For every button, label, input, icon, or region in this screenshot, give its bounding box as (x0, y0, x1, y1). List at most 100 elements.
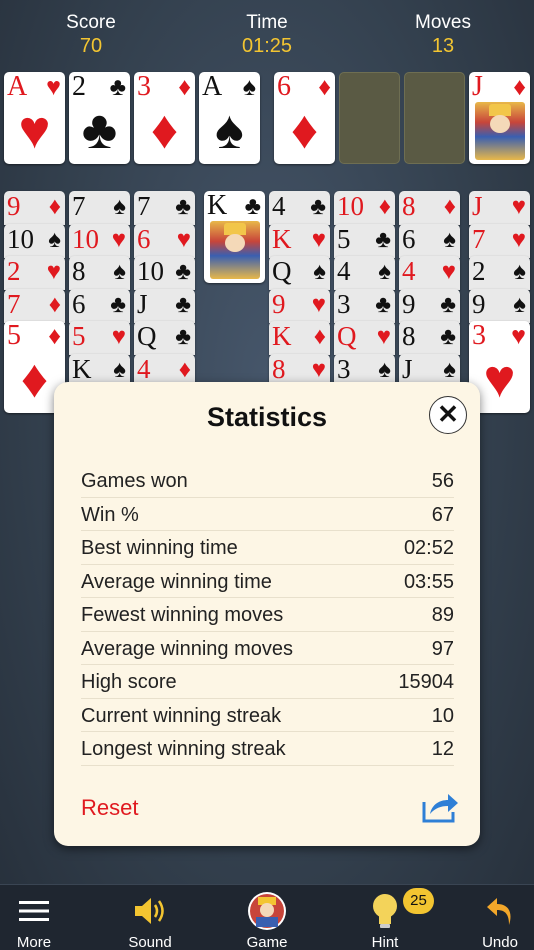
card-suit-icon: ♠ (513, 290, 526, 318)
tableau-card[interactable]: K ♣ (204, 191, 265, 283)
tableau-card[interactable]: 6 ♠ (399, 223, 460, 258)
tableau-card[interactable]: 7 ♠ (69, 191, 130, 225)
card-suit-icon: ♣ (175, 290, 191, 318)
tableau-card[interactable]: 9 ♦ (4, 191, 65, 225)
tableau-card[interactable]: 8 ♣ (399, 321, 460, 355)
tableau-card[interactable]: 9 ♣ (399, 288, 460, 323)
undo-label: Undo (482, 934, 518, 950)
top-card[interactable]: 3 ♦ ♦ (134, 72, 195, 164)
card-center-suit-icon: ♣ (81, 100, 118, 160)
tableau-card[interactable]: 7 ♦ (4, 288, 65, 323)
tableau-card[interactable]: Q ♥ (334, 321, 395, 355)
more-button[interactable]: More (0, 891, 74, 950)
card-suit-icon: ♣ (109, 73, 126, 101)
tableau-card[interactable]: J ♥ (469, 191, 530, 225)
tableau-card[interactable]: K ♥ (269, 223, 330, 258)
tableau-card[interactable]: 2 ♥ (4, 256, 65, 290)
time-value: 01:25 (241, 35, 293, 57)
stat-label: Longest winning streak (81, 738, 286, 760)
tableau-card[interactable]: 4 ♠ (334, 256, 395, 290)
close-button[interactable]: ✕ (429, 396, 467, 434)
stat-row: High score 15904 (81, 665, 454, 699)
card-rank: 9 (402, 288, 416, 319)
tableau-card[interactable]: 4 ♥ (399, 256, 460, 290)
sound-button[interactable]: Sound (110, 891, 190, 950)
card-suit-icon: ♠ (113, 258, 126, 285)
card-rank: K (72, 353, 92, 384)
reset-button[interactable]: Reset (81, 795, 138, 821)
stat-row: Longest winning streak 12 (81, 732, 454, 766)
card-suit-icon: ♦ (178, 73, 191, 101)
tableau-card[interactable]: 10 ♠ (4, 223, 65, 258)
tableau-card[interactable]: 8 ♠ (69, 256, 130, 290)
tableau-card[interactable]: 6 ♥ (134, 223, 195, 258)
tableau-card[interactable]: 2 ♠ (469, 256, 530, 290)
card-suit-icon: ♥ (511, 193, 526, 220)
card-rank: 6 (72, 288, 86, 319)
freecell-slot[interactable] (404, 72, 465, 164)
card-suit-icon: ♥ (111, 323, 126, 350)
tableau-card[interactable]: J ♣ (134, 288, 195, 323)
card-suit-icon: ♦ (48, 193, 61, 220)
card-rank: 3 (337, 288, 351, 319)
card-suit-icon: ♣ (110, 290, 126, 318)
card-rank: J (472, 191, 483, 221)
tableau-card[interactable]: 10 ♣ (134, 256, 195, 290)
stat-value: 15904 (398, 671, 454, 693)
card-suit-icon: ♠ (443, 355, 456, 383)
tableau-card[interactable]: 5 ♥ (69, 321, 130, 355)
card-suit-icon: ♣ (375, 225, 391, 253)
hint-label: Hint (371, 934, 399, 950)
freecell-slot[interactable] (339, 72, 400, 164)
tableau-card[interactable]: 9 ♠ (469, 288, 530, 323)
tableau-card[interactable]: 8 ♦ (399, 191, 460, 225)
card-suit-icon: ♦ (48, 322, 61, 350)
queen-card-icon (227, 891, 307, 931)
card-rank: 2 (72, 72, 86, 102)
stat-row: Win % 67 (81, 498, 454, 531)
game-button[interactable]: Game (227, 891, 307, 950)
card-center-suit-icon: ♦ (150, 100, 179, 160)
card-rank: 4 (402, 256, 416, 286)
tableau-card[interactable]: Q ♠ (269, 256, 330, 290)
tableau-card[interactable]: 9 ♥ (269, 288, 330, 323)
tableau-card[interactable]: 6 ♣ (69, 288, 130, 323)
tableau-card[interactable]: 5 ♣ (334, 223, 395, 258)
tableau-card[interactable]: 4 ♣ (269, 191, 330, 225)
card-suit-icon: ♦ (443, 193, 456, 220)
card-rank: 3 (137, 72, 151, 102)
tableau-card[interactable]: 10 ♥ (69, 223, 130, 258)
card-suit-icon: ♣ (175, 193, 191, 220)
top-card[interactable]: A ♥ ♥ (4, 72, 65, 164)
card-rank: 4 (272, 191, 286, 221)
card-rank: 9 (7, 191, 21, 221)
card-rank: 7 (137, 191, 151, 221)
tableau-card[interactable]: 7 ♥ (469, 223, 530, 258)
face-card-art (210, 221, 260, 279)
stat-row: Average winning time 03:55 (81, 565, 454, 598)
share-icon[interactable] (420, 790, 460, 824)
stat-row: Fewest winning moves 89 (81, 598, 454, 632)
tableau-card[interactable]: 3 ♣ (334, 288, 395, 323)
time-label: Time (246, 12, 288, 33)
score-label: Score (66, 12, 116, 33)
card-rank: 3 (337, 353, 351, 384)
hint-count-badge: 25 (403, 888, 434, 914)
undo-button[interactable]: Undo (460, 891, 534, 950)
top-card[interactable]: 2 ♣ ♣ (69, 72, 130, 164)
card-rank: 9 (272, 288, 286, 319)
top-card[interactable]: A ♠ ♠ (199, 72, 260, 164)
top-card[interactable]: J ♦ (469, 72, 530, 164)
stat-value: 03:55 (403, 570, 454, 593)
face-card-art (475, 102, 525, 160)
card-rank: Q (272, 256, 292, 286)
tableau-card[interactable]: 10 ♦ (334, 191, 395, 225)
tableau-card[interactable]: Q ♣ (134, 321, 195, 355)
tableau-card[interactable]: 7 ♣ (134, 191, 195, 225)
tableau-card[interactable]: K ♦ (269, 321, 330, 355)
statistics-list: Games won 56 Win % 67 Best winning time 02:52… (81, 464, 454, 766)
card-rank: K (207, 191, 228, 221)
top-card[interactable]: 6 ♦ ♦ (274, 72, 335, 164)
card-rank: 10 (7, 223, 34, 254)
card-rank: 10 (137, 256, 164, 286)
